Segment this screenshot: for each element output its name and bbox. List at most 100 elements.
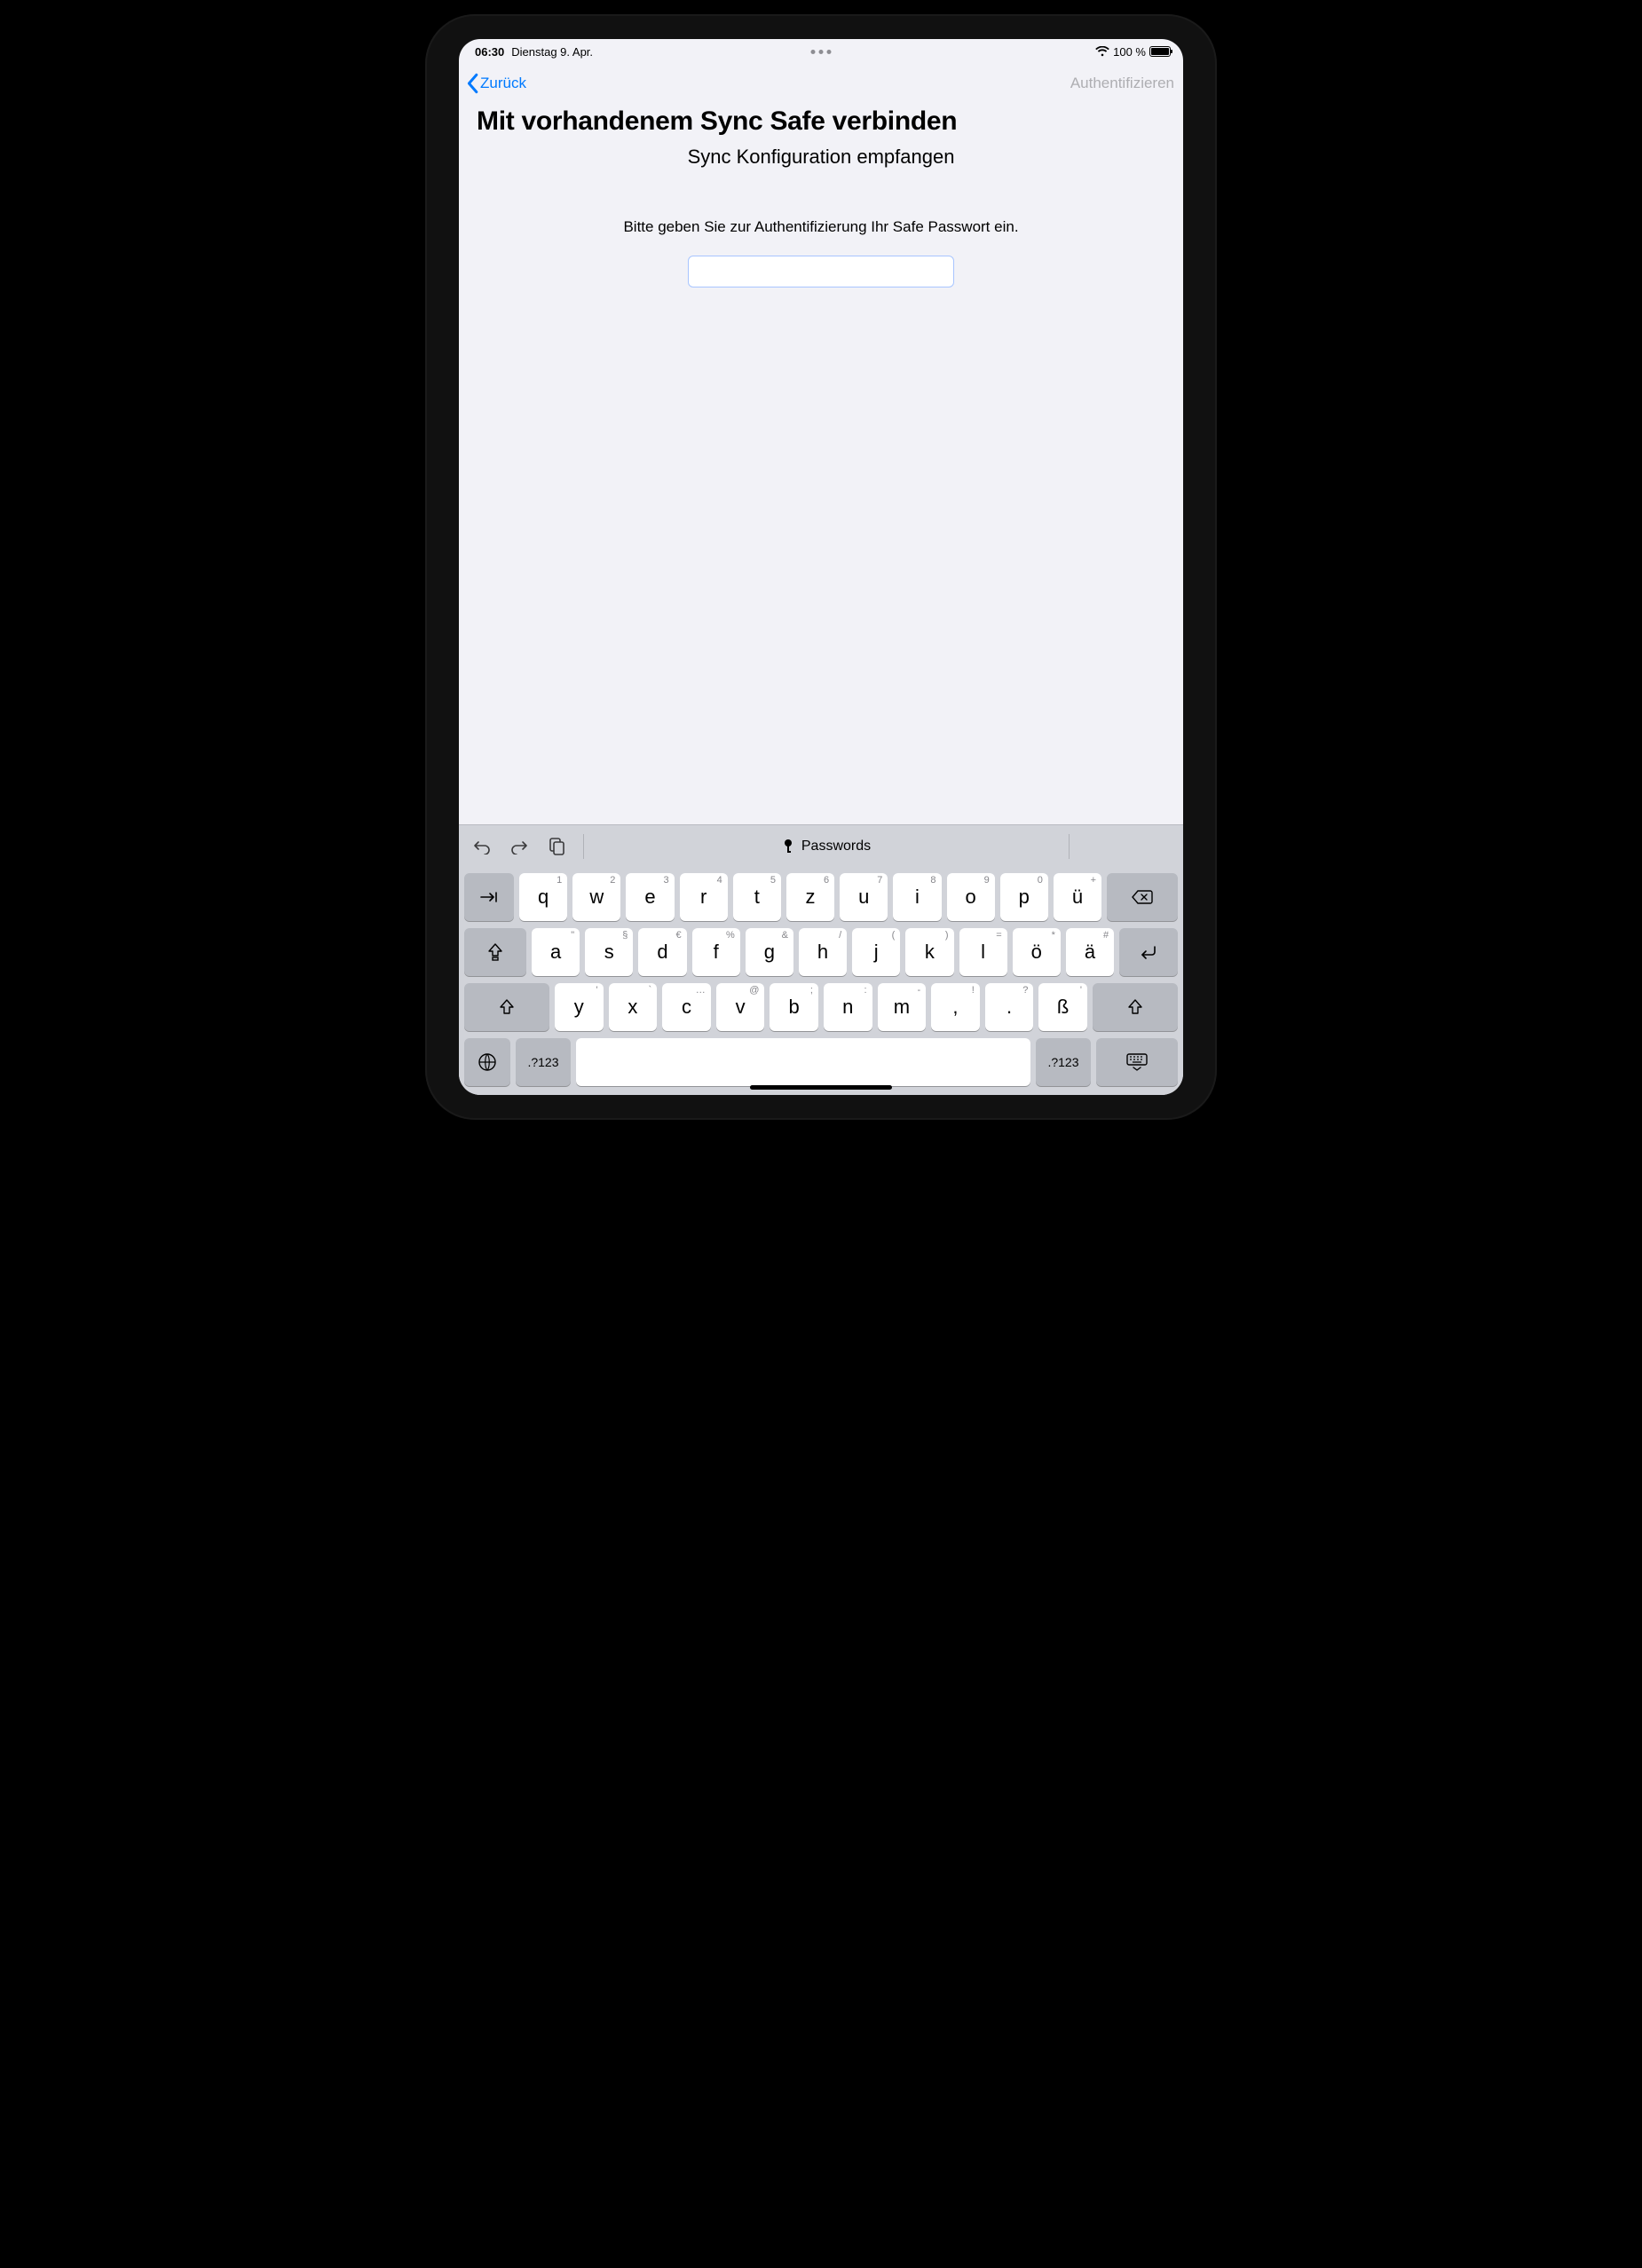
key-g[interactable]: &g	[746, 928, 793, 976]
key-alt-label: :	[864, 985, 867, 996]
key-n[interactable]: :n	[824, 983, 872, 1031]
key-alt-label: #	[1103, 930, 1109, 941]
authenticate-button: Authentifizieren	[1070, 75, 1174, 92]
key-alt-label: 2	[610, 875, 615, 886]
dismiss-keyboard-key[interactable]	[1096, 1038, 1178, 1086]
key-z[interactable]: 6z	[786, 873, 834, 921]
clipboard-button[interactable]	[544, 834, 569, 859]
key-y[interactable]: 'y	[555, 983, 604, 1031]
nav-bar: Zurück Authentifizieren	[459, 64, 1183, 103]
key-ü[interactable]: +ü	[1054, 873, 1101, 921]
key-main-label: q	[538, 887, 549, 907]
key-main-label: ü	[1072, 887, 1083, 907]
key-main-label: c	[682, 997, 691, 1017]
backspace-key[interactable]	[1107, 873, 1178, 921]
key-b[interactable]: ;b	[770, 983, 818, 1031]
key-ö[interactable]: *ö	[1013, 928, 1061, 976]
key-o[interactable]: 9o	[947, 873, 995, 921]
undo-button[interactable]	[470, 834, 494, 859]
key-alt-label: /	[839, 930, 841, 941]
key-r[interactable]: 4r	[680, 873, 728, 921]
redo-button[interactable]	[507, 834, 532, 859]
key-ß[interactable]: 'ß	[1038, 983, 1087, 1031]
back-label: Zurück	[480, 75, 526, 92]
battery-icon	[1149, 46, 1171, 57]
caps-lock-key[interactable]	[464, 928, 526, 976]
key-alt-label: ;	[810, 985, 813, 996]
key-alt-label: !	[972, 985, 975, 996]
globe-key[interactable]	[464, 1038, 510, 1086]
key-alt-label: 6	[824, 875, 829, 886]
key-main-label: m	[894, 997, 910, 1017]
key-q[interactable]: 1q	[519, 873, 567, 921]
key-main-label: e	[644, 887, 655, 907]
key-p[interactable]: 0p	[1000, 873, 1048, 921]
key-alt-label: "	[571, 930, 574, 941]
key-main-label: j	[874, 942, 879, 962]
key-main-label: y	[574, 997, 584, 1017]
key-main-label: a	[550, 942, 561, 962]
passwords-suggestion[interactable]: Passwords	[598, 839, 1054, 854]
key-main-label: ä	[1085, 942, 1095, 962]
key-alt-label: (	[892, 930, 896, 941]
shift-key-left[interactable]	[464, 983, 549, 1031]
key-k[interactable]: )k	[905, 928, 953, 976]
key-alt-label: +	[1091, 875, 1096, 886]
key-h[interactable]: /h	[799, 928, 847, 976]
home-indicator[interactable]	[750, 1085, 892, 1090]
numeric-key-right[interactable]: .?123	[1036, 1038, 1091, 1086]
shift-key-right[interactable]	[1093, 983, 1178, 1031]
key-alt-label: '	[1080, 985, 1082, 996]
key-.[interactable]: ?.	[985, 983, 1034, 1031]
key-f[interactable]: %f	[692, 928, 740, 976]
key-alt-label: 1	[557, 875, 562, 886]
back-button[interactable]: Zurück	[464, 73, 526, 94]
space-key[interactable]	[576, 1038, 1030, 1086]
wifi-icon	[1095, 46, 1109, 57]
key-x[interactable]: `x	[609, 983, 658, 1031]
key-main-label: x	[628, 997, 637, 1017]
key-t[interactable]: 5t	[733, 873, 781, 921]
password-input[interactable]	[688, 256, 954, 287]
key-c[interactable]: …c	[662, 983, 711, 1031]
multitask-dots[interactable]	[811, 50, 832, 54]
key-m[interactable]: -m	[878, 983, 927, 1031]
key-alt-label: '	[596, 985, 597, 996]
key-j[interactable]: (j	[852, 928, 900, 976]
key-alt-label: @	[749, 985, 759, 996]
tab-key[interactable]	[464, 873, 514, 921]
key-main-label: z	[806, 887, 816, 907]
page-subtitle: Sync Konfiguration empfangen	[477, 146, 1165, 169]
key-a[interactable]: "a	[532, 928, 580, 976]
status-bar: 06:30 Dienstag 9. Apr. 100 %	[459, 39, 1183, 64]
key-i[interactable]: 8i	[893, 873, 941, 921]
key-v[interactable]: @v	[716, 983, 765, 1031]
key-ä[interactable]: #ä	[1066, 928, 1114, 976]
key-main-label: r	[700, 887, 707, 907]
page-title: Mit vorhandenem Sync Safe verbinden	[477, 106, 1165, 137]
key-alt-label: &	[782, 930, 788, 941]
numeric-key-left[interactable]: .?123	[516, 1038, 571, 1086]
key-icon	[782, 839, 794, 854]
key-main-label: o	[965, 887, 975, 907]
key-main-label: ,	[952, 997, 958, 1017]
key-u[interactable]: 7u	[840, 873, 888, 921]
key-d[interactable]: €d	[638, 928, 686, 976]
key-main-label: g	[764, 942, 775, 962]
key-alt-label: 7	[877, 875, 882, 886]
key-s[interactable]: §s	[585, 928, 633, 976]
key-main-label: l	[981, 942, 985, 962]
key-main-label: ß	[1057, 997, 1069, 1017]
key-main-label: .	[1007, 997, 1012, 1017]
battery-percent: 100 %	[1113, 45, 1146, 59]
key-main-label: i	[915, 887, 920, 907]
key-w[interactable]: 2w	[572, 873, 620, 921]
key-main-label: k	[925, 942, 935, 962]
status-time: 06:30	[475, 45, 504, 59]
key-e[interactable]: 3e	[626, 873, 674, 921]
key-,[interactable]: !,	[931, 983, 980, 1031]
key-main-label: n	[842, 997, 853, 1017]
key-alt-label: *	[1052, 930, 1055, 941]
key-l[interactable]: =l	[959, 928, 1007, 976]
return-key[interactable]	[1119, 928, 1178, 976]
